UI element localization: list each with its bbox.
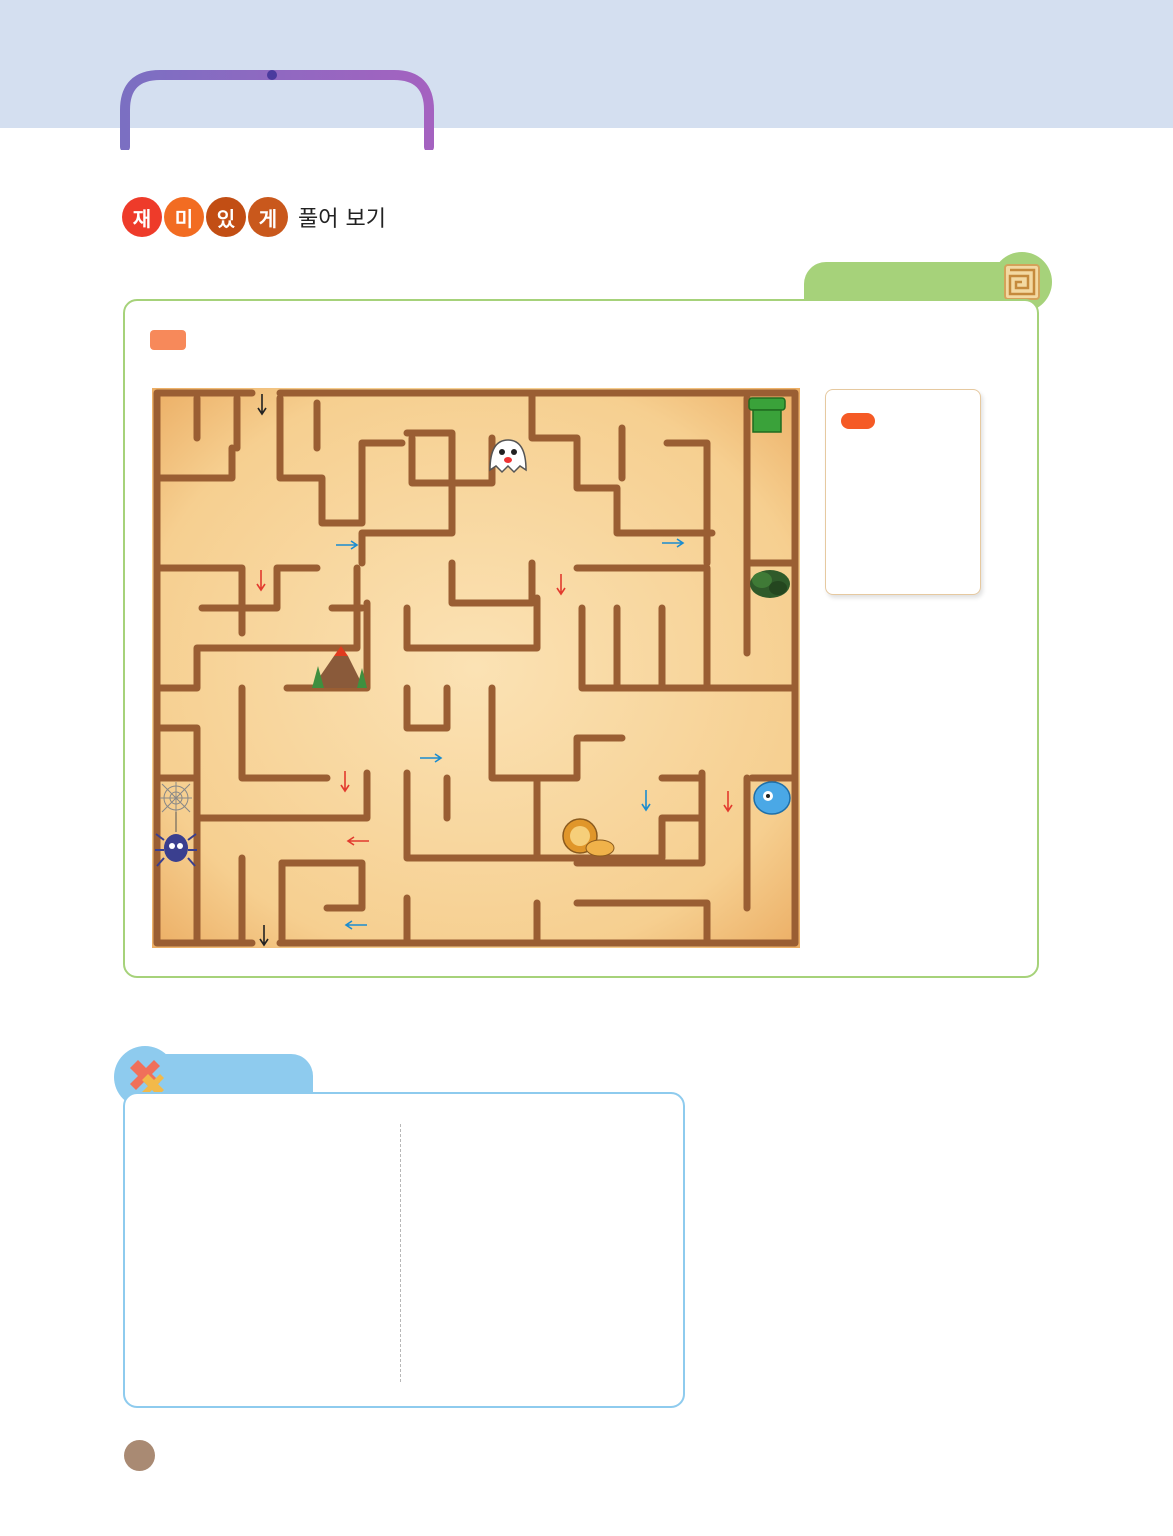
pipe-icon — [748, 397, 786, 433]
blue-monster-icon — [753, 781, 791, 815]
maze-board — [152, 388, 800, 948]
side-note-badge — [841, 413, 875, 429]
maze-icon — [1004, 264, 1040, 300]
bottom-box-divider — [400, 1124, 401, 1382]
fun-char-4: 게 — [248, 197, 288, 237]
page-number-badge — [124, 1440, 155, 1471]
fun-heading-suffix: 풀어 보기 — [298, 207, 386, 232]
bottom-activity-box — [123, 1092, 685, 1408]
spider-web-icon — [160, 782, 192, 814]
question-badge — [150, 330, 186, 350]
fun-char-3: 있 — [206, 197, 246, 237]
fun-char-2: 미 — [164, 197, 204, 237]
fun-heading: 재 미 있 게 풀어 보기 — [122, 196, 386, 238]
maze-section-tab — [804, 262, 1014, 300]
title-tab — [120, 70, 434, 150]
bush-icon — [750, 570, 790, 598]
fun-char-1: 재 — [122, 197, 162, 237]
